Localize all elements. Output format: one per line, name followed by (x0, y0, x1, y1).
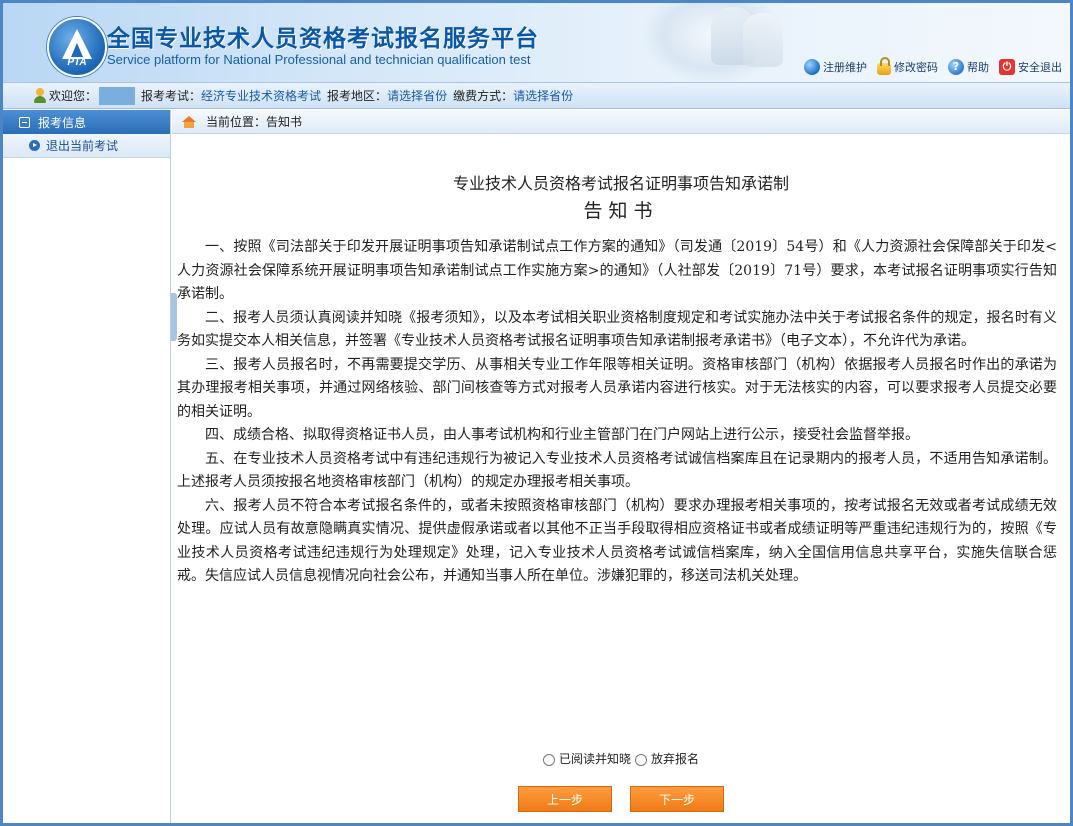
paragraph: 五、在专业技术人员资格考试中有违纪违规行为被记入专业技术人员资格考试诚信档案库且… (177, 450, 1057, 491)
info-bar: 欢迎您： 报考考试：经济专业技术资格考试 报考地区：请选择省份 缴费方式：请选择… (3, 83, 1070, 109)
exam-label: 报考考试： (141, 89, 202, 103)
change-password-link[interactable]: 修改密码 (877, 56, 938, 75)
register-maintain-label: 注册维护 (823, 61, 867, 74)
breadcrumb-label: 当前位置： (206, 115, 267, 129)
abandon-label: 放弃报名 (651, 752, 700, 766)
site-title: 全国专业技术人员资格考试报名服务平台 (107, 26, 539, 52)
user-icon (33, 88, 47, 103)
username-redacted (99, 86, 136, 105)
abandon-radio[interactable] (635, 753, 647, 766)
paragraph: 六、报考人员不符合本考试报名条件的，或者未按照资格审核部门（机构）要求办理报考相… (177, 497, 1057, 585)
main-content: 专业技术人员资格考试报名证明事项告知承诺制 告知书 一、按照《司法部关于印发开展… (172, 134, 1070, 823)
read-option[interactable]: 已阅读并知晓 (542, 750, 631, 767)
logo-mark-inner (71, 43, 83, 57)
payment-info: 缴费方式：请选择省份 (453, 87, 573, 104)
help-label: 帮助 (967, 61, 989, 74)
document-body: 一、按照《司法部关于印发开展证明事项告知承诺制试点工作方案的通知》（司发通〔20… (177, 236, 1057, 589)
site-subtitle: Service platform for National Profession… (107, 52, 531, 67)
sidebar-header[interactable]: 报考信息 (3, 110, 170, 134)
sidebar-item-label: 退出当前考试 (46, 139, 119, 153)
region-info: 报考地区：请选择省份 (327, 87, 447, 104)
payment-value: 请选择省份 (513, 89, 574, 103)
region-label: 报考地区： (327, 89, 388, 103)
next-button[interactable]: 下一步 (630, 786, 724, 812)
read-label: 已阅读并知晓 (558, 752, 631, 766)
site-logo: PTA (47, 17, 107, 77)
sidebar-header-label: 报考信息 (38, 115, 87, 130)
exam-info: 报考考试：经济专业技术资格考试 (141, 87, 321, 104)
globe-icon (804, 59, 820, 75)
breadcrumb-current: 告知书 (266, 115, 303, 129)
nav-buttons: 上一步 下一步 (172, 786, 1070, 812)
logo-text: PTA (67, 57, 87, 68)
consent-options: 已阅读并知晓 放弃报名 (172, 750, 1070, 767)
region-value: 请选择省份 (387, 89, 448, 103)
help-icon: ? (948, 59, 964, 75)
logout-label: 安全退出 (1018, 61, 1062, 74)
document-subtitle: 告知书 (583, 200, 659, 222)
breadcrumb: 当前位置： 告知书 (172, 110, 1070, 134)
exam-value: 经济专业技术资格考试 (201, 89, 322, 103)
collapse-icon (19, 116, 30, 128)
arrow-right-icon (29, 140, 40, 151)
logout-link[interactable]: ⏻ 安全退出 (999, 59, 1062, 75)
home-icon (182, 115, 196, 128)
paragraph: 二、报考人员须认真阅读并知晓《报考须知》，以及本考试相关职业资格制度规定和考试实… (177, 309, 1057, 350)
sidebar-item-exit-exam[interactable]: 退出当前考试 (3, 134, 170, 158)
top-links: 注册维护 修改密码 ? 帮助 ⏻ 安全退出 (798, 56, 1062, 75)
paragraph: 四、成绩合格、拟取得资格证书人员，由人事考试机构和行业主管部门在门户网站上进行公… (205, 427, 919, 443)
paragraph: 三、报考人员报名时，不再需要提交学历、从事相关专业工作年限等相关证明。资格审核部… (177, 356, 1057, 420)
welcome-label: 欢迎您： (49, 89, 98, 103)
document-title: 专业技术人员资格考试报名证明事项告知承诺制 (452, 174, 789, 193)
paragraph: 一、按照《司法部关于印发开展证明事项告知承诺制试点工作方案的通知》（司发通〔20… (177, 239, 1057, 302)
register-maintain-link[interactable]: 注册维护 (804, 59, 867, 75)
prev-button[interactable]: 上一步 (518, 786, 612, 812)
lock-icon (877, 56, 891, 75)
site-header: PTA 全国专业技术人员资格考试报名服务平台 Service platform … (3, 3, 1070, 83)
payment-label: 缴费方式： (453, 89, 514, 103)
change-password-label: 修改密码 (894, 61, 938, 74)
abandon-option[interactable]: 放弃报名 (635, 750, 699, 767)
read-radio[interactable] (542, 753, 555, 766)
power-icon: ⏻ (999, 59, 1015, 75)
header-decoration (743, 13, 783, 67)
help-link[interactable]: ? 帮助 (948, 59, 989, 75)
sidebar: 报考信息 退出当前考试 (3, 110, 171, 823)
